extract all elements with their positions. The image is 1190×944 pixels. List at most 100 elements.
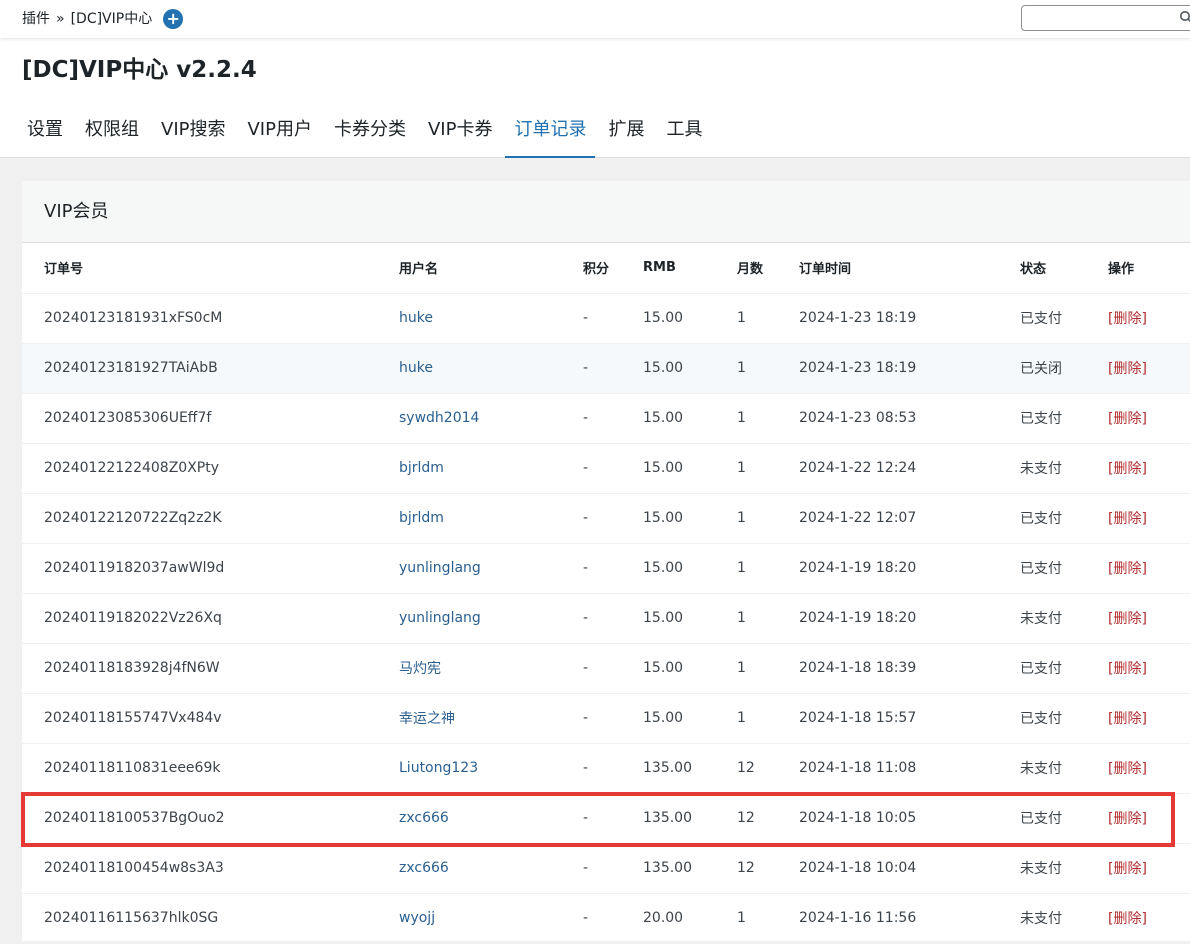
breadcrumb-current: [DC]VIP中心	[70, 11, 153, 27]
table-row: 20240123181931xFS0cM huke - 15.00 1 2024…	[22, 293, 1190, 344]
points-cell: -	[583, 743, 643, 794]
delete-link[interactable]: [删除]	[1108, 693, 1190, 744]
order-time-cell: 2024-1-18 11:08	[799, 743, 1020, 794]
tab-settings[interactable]: 设置	[18, 102, 72, 158]
table-row: 20240122120722Zq2z2K bjrldm - 15.00 1 20…	[22, 493, 1190, 544]
tab-permission-groups[interactable]: 权限组	[76, 102, 148, 158]
tab-card-categories[interactable]: 卡券分类	[325, 102, 415, 158]
tab-tools[interactable]: 工具	[657, 102, 711, 158]
points-cell: -	[583, 393, 643, 444]
username-link[interactable]: 马灼宪	[399, 643, 583, 694]
tab-vip-users[interactable]: VIP用户	[238, 102, 320, 158]
add-icon[interactable]: +	[163, 9, 184, 29]
points-cell: -	[583, 543, 643, 594]
months-cell: 12	[737, 793, 799, 844]
username-link[interactable]: zxc666	[399, 793, 583, 844]
table-row: 20240118110831eee69k Liutong123 - 135.00…	[22, 743, 1190, 794]
delete-link[interactable]: [删除]	[1108, 293, 1190, 344]
tab-extensions[interactable]: 扩展	[599, 102, 653, 158]
months-cell: 1	[737, 343, 799, 394]
order-no-cell: 20240123085306UEff7f	[22, 393, 399, 444]
delete-link[interactable]: [删除]	[1108, 643, 1190, 694]
months-cell: 1	[737, 443, 799, 494]
tab-vip-cards[interactable]: VIP卡券	[419, 102, 501, 158]
order-time-cell: 2024-1-23 08:53	[799, 393, 1020, 444]
status-cell: 未支付	[1020, 443, 1108, 494]
column-header-action: 操作	[1108, 243, 1190, 294]
delete-link[interactable]: [删除]	[1108, 593, 1190, 644]
tab-bar: 设置 权限组 VIP搜索 VIP用户 卡券分类 VIP卡券 订单记录 扩展 工具	[18, 102, 715, 158]
status-cell: 已支付	[1020, 693, 1108, 744]
table-row: 20240118155747Vx484v 幸运之神 - 15.00 1 2024…	[22, 693, 1190, 744]
points-cell: -	[583, 793, 643, 844]
order-time-cell: 2024-1-18 10:05	[799, 793, 1020, 844]
order-no-cell: 20240119182022Vz26Xq	[22, 593, 399, 644]
tab-order-records[interactable]: 订单记录	[505, 102, 596, 158]
status-cell: 已关闭	[1020, 343, 1108, 394]
username-link[interactable]: 幸运之神	[399, 693, 583, 744]
username-link[interactable]: yunlinglang	[399, 593, 583, 644]
months-cell: 1	[737, 643, 799, 694]
table-header-row: 订单号 用户名 积分 RMB 月数 订单时间 状态 操作	[22, 243, 1190, 294]
column-header-order-time: 订单时间	[799, 243, 1020, 294]
rmb-cell: 15.00	[643, 443, 737, 494]
months-cell: 1	[737, 593, 799, 644]
delete-link[interactable]: [删除]	[1108, 743, 1190, 794]
delete-link[interactable]: [删除]	[1108, 443, 1190, 494]
order-no-cell: 20240122120722Zq2z2K	[22, 493, 399, 544]
delete-link[interactable]: [删除]	[1108, 343, 1190, 394]
page-title: [DC]VIP中心 v2.2.4	[22, 57, 257, 83]
delete-link[interactable]: [删除]	[1108, 543, 1190, 594]
months-cell: 1	[737, 393, 799, 444]
order-time-cell: 2024-1-19 18:20	[799, 593, 1020, 644]
points-cell: -	[583, 343, 643, 394]
status-cell: 已支付	[1020, 293, 1108, 344]
rmb-cell: 15.00	[643, 693, 737, 744]
breadcrumb-separator: »	[56, 11, 65, 27]
top-bar: 插件 » [DC]VIP中心 +	[0, 0, 1190, 38]
delete-link[interactable]: [删除]	[1108, 893, 1190, 944]
breadcrumb-parent-link[interactable]: 插件	[22, 9, 50, 29]
points-cell: -	[583, 593, 643, 644]
status-cell: 已支付	[1020, 493, 1108, 544]
search-input[interactable]	[1021, 5, 1190, 31]
rmb-cell: 15.00	[643, 543, 737, 594]
order-time-cell: 2024-1-18 18:39	[799, 643, 1020, 694]
delete-link[interactable]: [删除]	[1108, 493, 1190, 544]
table-row: 20240123085306UEff7f sywdh2014 - 15.00 1…	[22, 393, 1190, 444]
table-row: 20240118100537BgOuo2 zxc666 - 135.00 12 …	[22, 793, 1190, 844]
rmb-cell: 15.00	[643, 643, 737, 694]
order-no-cell: 20240118183928j4fN6W	[22, 643, 399, 694]
username-link[interactable]: bjrldm	[399, 493, 583, 544]
username-link[interactable]: Liutong123	[399, 743, 583, 794]
username-link[interactable]: sywdh2014	[399, 393, 583, 444]
rmb-cell: 135.00	[643, 843, 737, 894]
order-no-cell: 20240119182037awWl9d	[22, 543, 399, 594]
column-header-username: 用户名	[399, 243, 583, 294]
username-link[interactable]: yunlinglang	[399, 543, 583, 594]
username-link[interactable]: bjrldm	[399, 443, 583, 494]
rmb-cell: 15.00	[643, 343, 737, 394]
order-no-cell: 20240123181931xFS0cM	[22, 293, 399, 344]
table-row: 20240122122408Z0XPty bjrldm - 15.00 1 20…	[22, 443, 1190, 494]
order-no-cell: 20240123181927TAiAbB	[22, 343, 399, 394]
username-link[interactable]: wyojj	[399, 893, 583, 944]
column-header-months: 月数	[737, 243, 799, 294]
search-icon[interactable]	[1179, 10, 1190, 25]
table-row: 20240118183928j4fN6W 马灼宪 - 15.00 1 2024-…	[22, 643, 1190, 694]
username-link[interactable]: huke	[399, 293, 583, 344]
delete-link[interactable]: [删除]	[1108, 393, 1190, 444]
months-cell: 1	[737, 543, 799, 594]
delete-link[interactable]: [删除]	[1108, 793, 1190, 844]
column-header-status: 状态	[1020, 243, 1108, 294]
rmb-cell: 15.00	[643, 593, 737, 644]
username-link[interactable]: zxc666	[399, 843, 583, 894]
username-link[interactable]: huke	[399, 343, 583, 394]
tab-vip-search[interactable]: VIP搜索	[152, 102, 234, 158]
points-cell: -	[583, 643, 643, 694]
order-time-cell: 2024-1-23 18:19	[799, 343, 1020, 394]
delete-link[interactable]: [删除]	[1108, 843, 1190, 894]
status-cell: 已支付	[1020, 793, 1108, 844]
order-no-cell: 20240118110831eee69k	[22, 743, 399, 794]
order-no-cell: 20240122122408Z0XPty	[22, 443, 399, 494]
